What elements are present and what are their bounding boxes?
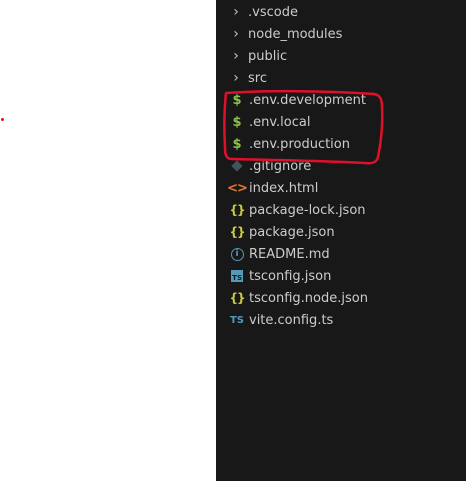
folder-row-vscode[interactable]: › .vscode bbox=[216, 1, 466, 23]
file-row-index-html[interactable]: <> index.html bbox=[216, 177, 466, 199]
folder-label: node_modules bbox=[248, 26, 343, 42]
file-label: package-lock.json bbox=[249, 202, 366, 218]
folder-label: src bbox=[248, 70, 267, 86]
info-icon: i bbox=[229, 246, 245, 262]
json-icon: {} bbox=[229, 203, 245, 217]
file-explorer-panel: › .vscode › node_modules › public › src … bbox=[216, 0, 466, 481]
file-label: package.json bbox=[249, 224, 335, 240]
tsconfig-icon: TS bbox=[229, 268, 245, 284]
folder-row-public[interactable]: › public bbox=[216, 45, 466, 67]
chevron-right-icon[interactable]: › bbox=[228, 48, 244, 64]
file-row-package-json[interactable]: {} package.json bbox=[216, 221, 466, 243]
screenshot-canvas: › .vscode › node_modules › public › src … bbox=[0, 0, 466, 481]
file-label: README.md bbox=[249, 246, 330, 262]
json-icon: {} bbox=[229, 291, 245, 305]
file-label: vite.config.ts bbox=[249, 312, 334, 328]
chevron-right-icon[interactable]: › bbox=[228, 26, 244, 42]
file-row-package-lock-json[interactable]: {} package-lock.json bbox=[216, 199, 466, 221]
file-row-vite-config-ts[interactable]: TS vite.config.ts bbox=[216, 309, 466, 331]
file-label: tsconfig.json bbox=[249, 268, 332, 284]
html-icon: <> bbox=[227, 180, 248, 196]
stray-red-mark bbox=[1, 118, 4, 121]
file-label: index.html bbox=[249, 180, 319, 196]
folder-label: public bbox=[248, 48, 288, 64]
red-highlight-annotation bbox=[223, 89, 384, 165]
file-row-tsconfig-node-json[interactable]: {} tsconfig.node.json bbox=[216, 287, 466, 309]
chevron-right-icon[interactable]: › bbox=[228, 70, 244, 86]
json-icon: {} bbox=[229, 225, 245, 239]
typescript-icon: TS bbox=[229, 314, 245, 326]
file-row-readme-md[interactable]: i README.md bbox=[216, 243, 466, 265]
folder-label: .vscode bbox=[248, 4, 298, 20]
file-label: tsconfig.node.json bbox=[249, 290, 368, 306]
folder-row-node-modules[interactable]: › node_modules bbox=[216, 23, 466, 45]
chevron-right-icon[interactable]: › bbox=[228, 4, 244, 20]
file-row-tsconfig-json[interactable]: TS tsconfig.json bbox=[216, 265, 466, 287]
folder-row-src[interactable]: › src bbox=[216, 67, 466, 89]
